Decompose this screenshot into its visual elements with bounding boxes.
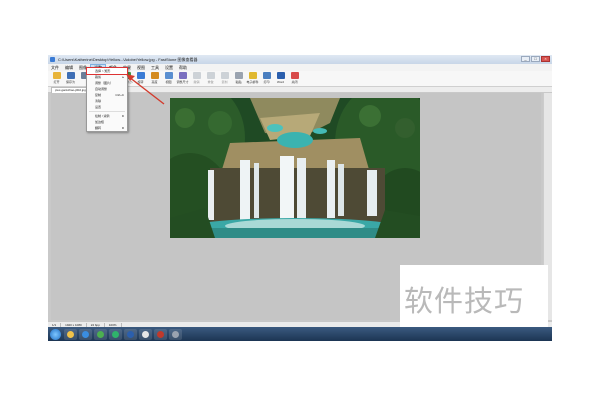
menu-item-6[interactable]: 视图 [134, 65, 148, 71]
watermark-logo: 软件技巧 [400, 265, 548, 327]
toolbar-button-12[interactable]: 复制 [218, 71, 231, 84]
start-button[interactable] [50, 328, 61, 340]
minimize-button[interactable]: _ [521, 56, 530, 62]
toolbar-button-17[interactable]: 关闭 [288, 71, 301, 84]
toolbar-label: Word [276, 80, 285, 84]
taskbar-button-6[interactable] [154, 328, 167, 340]
copy2-icon [220, 72, 229, 79]
menu-item-0[interactable]: 文件 [48, 65, 62, 71]
window-controls: _ □ × [521, 56, 550, 62]
dropdown-item-label: 调整（图片） [95, 81, 114, 85]
menu-item-7[interactable]: 工具 [148, 65, 162, 71]
canvas-size-icon [178, 72, 187, 79]
menu-item-8[interactable]: 设置 [162, 65, 176, 71]
watermark-text: 软件技巧 [404, 284, 525, 318]
printer-icon [262, 72, 271, 79]
dropdown-item-label: 选择 > 矩形 [95, 69, 111, 73]
toolbar-label: 保存为 [65, 80, 75, 84]
undo-icon [192, 72, 201, 79]
exit-icon [290, 72, 299, 79]
dropdown-item-label: 加边框 [95, 120, 105, 124]
taskbar-button-0[interactable] [64, 328, 77, 340]
app-icon [50, 57, 55, 62]
taskbar-button-7[interactable] [169, 328, 182, 340]
toolbar-label: 旋转 [137, 80, 144, 84]
dropdown-item-label: 绘制 / 涂鸦 [95, 114, 110, 118]
chrome-icon [97, 330, 104, 338]
toolbar-label: 调整尺寸 [176, 80, 189, 84]
toolbar-button-1[interactable]: 保存为 [64, 71, 77, 84]
window-title: C:\Users\Katherine\Desktop\Yellow...\Ado… [58, 56, 198, 62]
toolbar-label: 打印 [263, 80, 270, 84]
toolbar-label: 粘贴 [235, 80, 242, 84]
menu-item-1[interactable]: 编辑 [62, 65, 76, 71]
toolbar-button-14[interactable]: 电子邮件 [246, 71, 259, 84]
taskbar-button-3[interactable] [109, 328, 122, 340]
menu-item-9[interactable]: 帮助 [176, 65, 190, 71]
view-icon [164, 72, 173, 79]
dropdown-item-shortcut: R [121, 126, 124, 130]
toolbar-button-6[interactable]: 旋转 [134, 71, 147, 84]
dropdown-item-label: 复制 [95, 93, 102, 97]
dropdown-item-9[interactable]: 翻转 R [87, 125, 127, 131]
toolbar-label: 关闭 [291, 80, 298, 84]
ie-icon [82, 330, 89, 338]
dropdown-item-label: 翻转 [95, 126, 102, 130]
dropdown-item-label: 设置 [95, 105, 102, 109]
toolbar-label: 复制 [221, 80, 228, 84]
toolbar-button-11[interactable]: 重做 [204, 71, 217, 84]
folder-icon [52, 72, 61, 79]
edit-dropdown-menu: 选择 > 矩形 裁剪 ▸ 调整（图片） 自动调整 复制 Ctrl+C 清除 设置 绘制 / 涂鸦 D… [86, 67, 128, 132]
dropdown-item-label: 清除 [95, 99, 102, 103]
toolbar-button-7[interactable]: 亮度 [148, 71, 161, 84]
toolbar-button-15[interactable]: 打印 [260, 71, 273, 84]
toolbar-button-10[interactable]: 撤销 [190, 71, 203, 84]
close-button[interactable]: × [541, 56, 550, 62]
toolbar-button-9[interactable]: 调整尺寸 [176, 71, 189, 84]
toolbar-label: 打开 [53, 80, 60, 84]
toolbar-label: 亮度 [151, 80, 158, 84]
faststone-icon [157, 330, 164, 338]
explorer-icon [67, 330, 74, 338]
toolbar-button-0[interactable]: 打开 [50, 71, 63, 84]
settings-icon [172, 330, 179, 338]
word-icon [276, 72, 285, 79]
toolbar-button-16[interactable]: Word [274, 71, 287, 84]
title-bar: C:\Users\Katherine\Desktop\Yellow...\Ado… [48, 55, 552, 64]
toolbar-label: 撤销 [193, 80, 200, 84]
taskbar-button-5[interactable] [139, 328, 152, 340]
save-icon [66, 72, 75, 79]
maximize-button[interactable]: □ [531, 56, 540, 62]
toolbar-label: 重做 [207, 80, 214, 84]
360-icon [112, 330, 119, 338]
taskbar-button-2[interactable] [94, 328, 107, 340]
dropdown-item-label: 自动调整 [95, 87, 108, 91]
word-icon [127, 330, 134, 338]
redo-icon [206, 72, 215, 79]
rotate-icon [136, 72, 145, 79]
camera-icon [142, 330, 149, 338]
email-icon [248, 72, 257, 79]
taskbar-button-1[interactable] [79, 328, 92, 340]
toolbar-button-8[interactable]: 视图 [162, 71, 175, 84]
taskbar-button-4[interactable] [124, 328, 137, 340]
toolbar-button-13[interactable]: 粘贴 [232, 71, 245, 84]
taskbar [48, 327, 552, 341]
toolbar-label: 电子邮件 [246, 80, 259, 84]
dropdown-item-6[interactable]: 设置 [87, 104, 127, 110]
dropdown-item-label: 裁剪 [95, 75, 102, 79]
menu-separator [89, 111, 125, 112]
paste2-icon [234, 72, 243, 79]
brightness-icon [150, 72, 159, 79]
toolbar-label: 视图 [165, 80, 172, 84]
waterfall-photo [170, 98, 420, 238]
